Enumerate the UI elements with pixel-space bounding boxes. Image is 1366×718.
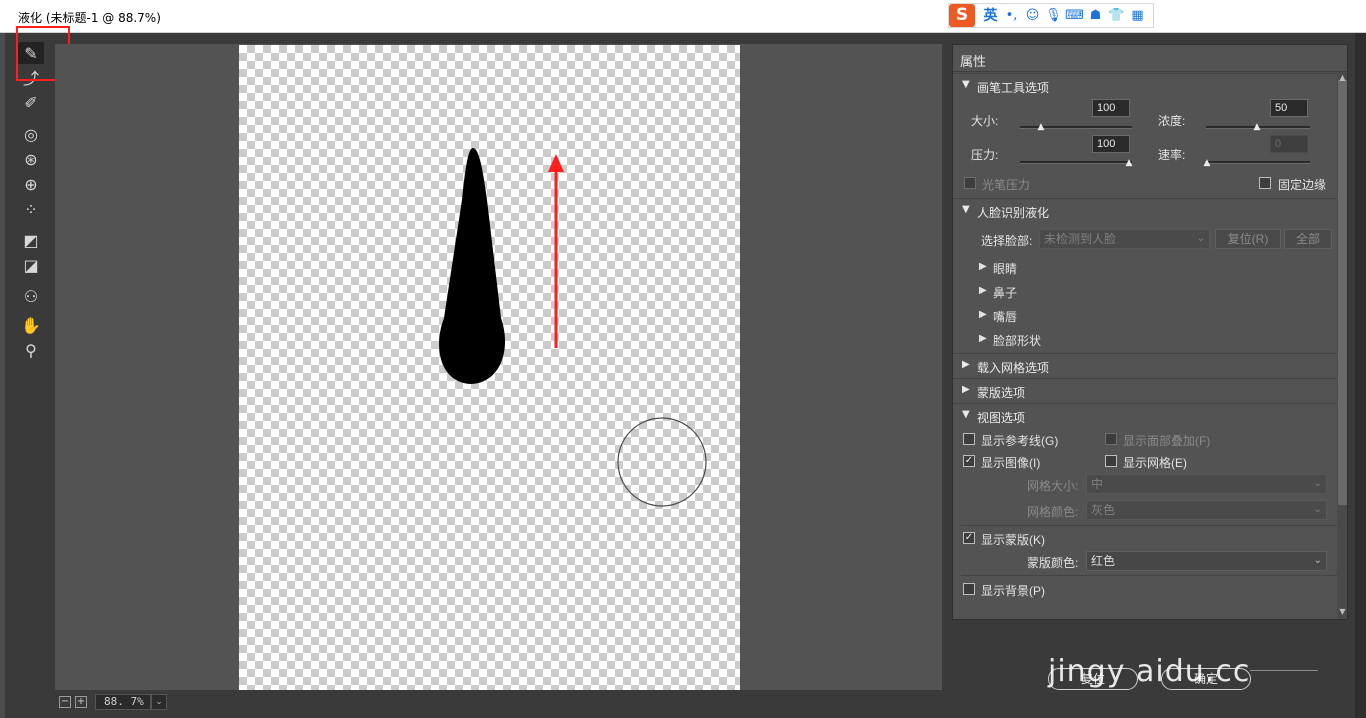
watermark-line (1250, 670, 1318, 671)
show-guides-label: 显示参考线(G) (981, 434, 1059, 448)
show-guides-checkbox[interactable] (963, 433, 975, 445)
panel-scrollbar-thumb[interactable] (1338, 80, 1347, 505)
view-options-header: 视图选项 (977, 411, 1026, 425)
zoom-level-field[interactable]: 88. 7% (95, 694, 151, 710)
density-input[interactable]: 50 (1270, 99, 1308, 117)
collapsed-triangle-icon: ▶ (979, 309, 987, 320)
black-drop-shape (439, 148, 506, 384)
select-face-dropdown[interactable]: 未检测到人脸 ⌄ (1039, 229, 1210, 249)
brush-cursor-circle (617, 417, 707, 507)
zoom-bar: − + 88. 7% ⌄ (55, 692, 942, 712)
show-face-overlay-label: 显示面部叠加(F) (1123, 434, 1211, 448)
show-backdrop-label: 显示背景(P) (981, 584, 1045, 598)
mesh-color-value: 灰色 (1091, 503, 1116, 517)
divider (961, 575, 1337, 576)
divider (961, 525, 1337, 526)
density-slider-thumb[interactable]: ▲ (1253, 123, 1261, 132)
show-backdrop-checkbox[interactable] (963, 583, 975, 595)
pin-edges-label: 固定边缘 (1278, 178, 1327, 192)
scroll-down-icon[interactable]: ▼ (1338, 607, 1347, 616)
scroll-up-icon[interactable]: ▲ (1338, 73, 1347, 82)
face-nose-item[interactable]: 鼻子 (993, 284, 1017, 301)
pin-edges-checkbox[interactable] (1259, 177, 1271, 189)
stylus-pressure-checkbox[interactable] (964, 177, 976, 189)
rate-slider-thumb[interactable]: ▲ (1203, 159, 1211, 168)
load-mesh-header: 载入网格选项 (977, 361, 1050, 375)
rate-slider[interactable] (1206, 161, 1310, 164)
mask-color-label: 蒙版颜色: (1027, 556, 1079, 570)
mask-options-section[interactable]: ▶ 蒙版选项 (953, 378, 1338, 402)
pressure-input[interactable]: 100 (1092, 135, 1130, 153)
rate-input[interactable]: 0 (1270, 135, 1308, 153)
mesh-size-value: 中 (1091, 477, 1104, 491)
zoom-in-button[interactable]: + (75, 696, 87, 708)
mask-color-value: 红色 (1091, 554, 1116, 568)
size-input[interactable]: 100 (1092, 99, 1130, 117)
collapsed-triangle-icon: ▶ (962, 384, 970, 395)
face-eyes-item[interactable]: 眼睛 (993, 260, 1017, 277)
mask-color-dropdown[interactable]: 红色 ⌄ (1086, 551, 1327, 571)
show-image-label: 显示图像(I) (981, 456, 1041, 470)
face-all-button[interactable]: 全部 (1284, 229, 1332, 249)
show-mesh-label: 显示网格(E) (1123, 456, 1187, 470)
face-liquify-header: 人脸识别液化 (977, 206, 1050, 220)
panel-title: 属性 (960, 54, 987, 69)
collapsed-triangle-icon: ▶ (979, 333, 987, 344)
select-face-value: 未检测到人脸 (1044, 232, 1117, 246)
panel-header: 属性 (953, 45, 1347, 72)
properties-panel: 属性 ▼ 画笔工具选项 大小: 100 ▲ 浓度: 50 ▲ 压力: 100 ▲… (952, 44, 1348, 620)
mesh-size-label: 网格大小: (1027, 479, 1079, 493)
zoom-dropdown-icon[interactable]: ⌄ (151, 694, 167, 710)
collapsed-triangle-icon: ▶ (962, 359, 970, 370)
chevron-down-icon: ⌄ (1313, 478, 1322, 489)
select-face-label: 选择脸部: (981, 234, 1033, 248)
chevron-down-icon: ⌄ (1313, 504, 1322, 515)
watermark: jingy aidu.cc (1048, 654, 1251, 689)
show-image-checkbox[interactable]: ✓ (963, 455, 975, 467)
chevron-down-icon: ⌄ (1313, 555, 1322, 566)
expanded-triangle-icon: ▼ (962, 79, 970, 90)
mesh-color-dropdown[interactable]: 灰色 ⌄ (1086, 500, 1327, 520)
rate-label: 速率: (1158, 148, 1186, 162)
show-mask-checkbox[interactable]: ✓ (963, 532, 975, 544)
show-face-overlay-checkbox[interactable] (1105, 433, 1117, 445)
annotation-arrow-head (548, 154, 564, 172)
view-options-section[interactable]: ▼ 视图选项 (953, 403, 1338, 427)
face-shape-item[interactable]: 脸部形状 (993, 332, 1041, 349)
brush-options-header: 画笔工具选项 (977, 81, 1050, 95)
zoom-out-button[interactable]: − (59, 696, 71, 708)
face-liquify-section[interactable]: ▼ 人脸识别液化 (953, 198, 1338, 222)
expanded-triangle-icon: ▼ (962, 204, 970, 215)
show-mesh-checkbox[interactable] (1105, 455, 1117, 467)
density-label: 浓度: (1158, 114, 1186, 128)
collapsed-triangle-icon: ▶ (979, 261, 987, 272)
show-mask-label: 显示蒙版(K) (981, 533, 1045, 547)
size-label: 大小: (971, 114, 999, 128)
brush-options-section[interactable]: ▼ 画笔工具选项 (953, 73, 1338, 97)
expanded-triangle-icon: ▼ (962, 409, 970, 420)
face-reset-button[interactable]: 复位(R) (1215, 229, 1281, 249)
mask-options-header: 蒙版选项 (977, 386, 1026, 400)
collapsed-triangle-icon: ▶ (979, 285, 987, 296)
mesh-size-dropdown[interactable]: 中 ⌄ (1086, 474, 1327, 494)
pressure-slider[interactable] (1020, 161, 1132, 164)
mesh-color-label: 网格颜色: (1027, 505, 1079, 519)
size-slider-thumb[interactable]: ▲ (1037, 123, 1045, 132)
chevron-down-icon: ⌄ (1196, 233, 1205, 244)
load-mesh-section[interactable]: ▶ 载入网格选项 (953, 353, 1338, 377)
stylus-pressure-label: 光笔压力 (982, 178, 1031, 192)
face-mouth-item[interactable]: 嘴唇 (993, 308, 1017, 325)
pressure-label: 压力: (971, 148, 999, 162)
pressure-slider-thumb[interactable]: ▲ (1125, 159, 1133, 168)
